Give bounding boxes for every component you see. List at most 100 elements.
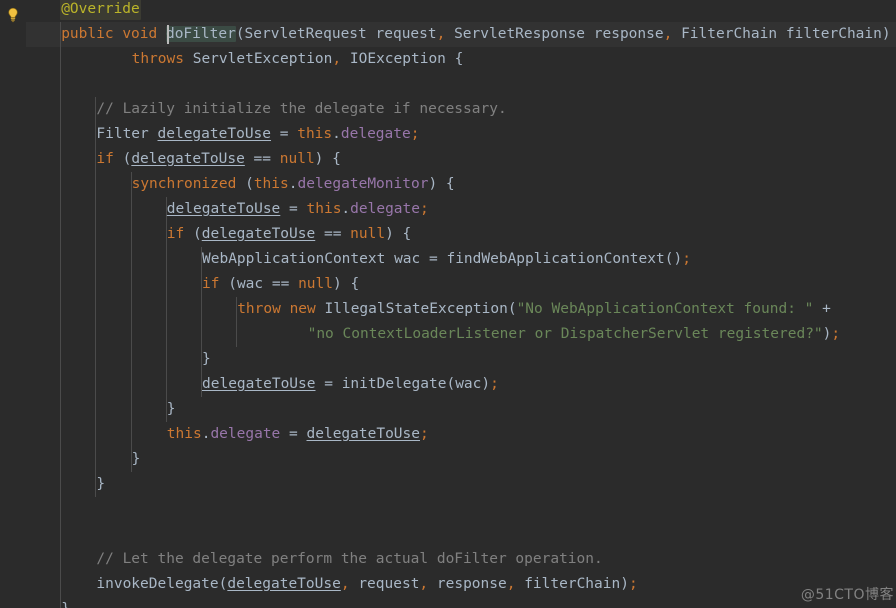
code-token: = — [271, 126, 298, 142]
code-line[interactable] — [26, 497, 35, 522]
code-token: ServletRequest — [244, 26, 367, 42]
code-token: filterChain — [785, 26, 882, 42]
code-token: // Let the delegate perform the actual d… — [96, 551, 603, 567]
code-token: ) { — [428, 176, 455, 192]
code-token: } — [166, 401, 176, 417]
code-token: delegate — [210, 426, 281, 442]
code-line[interactable]: if (delegateToUse == null) { — [167, 222, 411, 247]
watermark-label: @51CTO博客 — [800, 587, 894, 603]
code-token: } — [131, 451, 141, 467]
code-line[interactable]: } — [167, 397, 176, 422]
code-token: doFilter — [165, 26, 236, 42]
code-token: ServletException — [192, 51, 333, 67]
code-line[interactable]: throws ServletException, IOException { — [132, 47, 464, 72]
code-token: ) — [481, 376, 491, 392]
code-line[interactable]: WebApplicationContext wac = findWebAppli… — [202, 247, 691, 272]
code-line[interactable]: } — [202, 347, 211, 372]
code-token: ( — [236, 176, 254, 192]
code-line[interactable]: Filter delegateToUse = this.delegate; — [96, 122, 419, 147]
code-token: ; — [682, 251, 691, 267]
code-token: { — [445, 51, 464, 67]
code-token: } — [96, 476, 106, 492]
code-token: ServletResponse — [454, 26, 586, 42]
code-token: ; — [831, 326, 841, 342]
code-line[interactable]: // Lazily initialize the delegate if nec… — [96, 97, 506, 122]
code-line[interactable]: invokeDelegate(delegateToUse, request, r… — [96, 572, 637, 597]
code-line[interactable]: this.delegate = delegateToUse; — [167, 422, 429, 447]
code-token: // Lazily initialize the delegate if nec… — [96, 101, 507, 117]
code-token: ( — [219, 276, 237, 292]
code-token: delegate — [340, 126, 411, 142]
code-token: delegateToUse — [306, 426, 421, 442]
code-token: invokeDelegate — [96, 576, 219, 592]
code-token: response — [593, 26, 664, 42]
code-token: == — [315, 226, 351, 242]
code-token: request — [358, 576, 420, 592]
code-token: } — [202, 351, 211, 367]
code-token: ( — [184, 226, 202, 242]
code-line[interactable]: if (wac == null) { — [202, 272, 359, 297]
code-token: wac — [455, 376, 482, 392]
code-token: IOException — [349, 51, 446, 67]
code-token: filterChain — [524, 576, 621, 592]
code-token: "No WebApplicationContext found: " — [516, 301, 814, 317]
code-line[interactable]: @Override — [61, 0, 140, 22]
code-token: ; — [420, 426, 429, 442]
code-token: delegateToUse — [131, 151, 245, 167]
code-token: () — [664, 251, 683, 267]
code-token: = — [315, 376, 342, 392]
code-line[interactable]: } — [132, 447, 141, 472]
code-line[interactable]: delegateToUse = initDelegate(wac); — [202, 372, 499, 397]
code-token: null — [298, 276, 333, 292]
code-token: if — [166, 226, 185, 242]
code-line[interactable]: throw new IllegalStateException("No WebA… — [237, 297, 831, 322]
code-token: ; — [420, 201, 429, 217]
code-token: this — [297, 126, 333, 142]
code-token: Filter — [96, 126, 149, 142]
code-line[interactable]: delegateToUse = this.delegate; — [167, 197, 429, 222]
code-token: ) { — [332, 276, 360, 292]
code-token: null — [279, 151, 315, 167]
code-line[interactable]: if (delegateToUse == null) { — [96, 147, 340, 172]
code-line[interactable]: synchronized (this.delegateMonitor) { — [132, 172, 455, 197]
code-line[interactable]: } — [61, 597, 70, 608]
code-token: , — [332, 51, 342, 67]
code-token: delegateToUse — [227, 576, 341, 592]
code-token: ) — [881, 26, 891, 42]
code-token: , — [419, 576, 429, 592]
code-token: throw — [237, 301, 281, 317]
code-line[interactable]: "no ContextLoaderListener or DispatcherS… — [308, 322, 841, 347]
code-token: ( — [113, 151, 132, 167]
code-line[interactable]: } — [96, 472, 105, 497]
code-token: throws — [131, 51, 184, 67]
code-token: . — [341, 201, 351, 217]
code-line[interactable]: // Let the delegate perform the actual d… — [96, 547, 602, 572]
code-token: = — [420, 251, 447, 267]
code-content[interactable]: @Override public void doFilter(ServletReq… — [0, 0, 896, 608]
code-token: == — [244, 151, 280, 167]
code-token: delegateToUse — [202, 376, 316, 392]
code-token: this — [306, 201, 342, 217]
code-token: if — [96, 151, 114, 167]
code-token: findWebApplicationContext — [446, 251, 665, 267]
code-line[interactable] — [26, 522, 35, 547]
code-token: WebApplicationContext — [202, 251, 386, 267]
code-token: if — [202, 276, 220, 292]
code-line[interactable] — [26, 72, 35, 97]
code-line[interactable]: public void doFilter(ServletRequest requ… — [61, 22, 891, 47]
code-token: ; — [628, 576, 638, 592]
code-token: ; — [410, 126, 420, 142]
code-token: ( — [507, 301, 517, 317]
code-token: void — [122, 26, 158, 42]
code-token: wac — [236, 276, 264, 292]
